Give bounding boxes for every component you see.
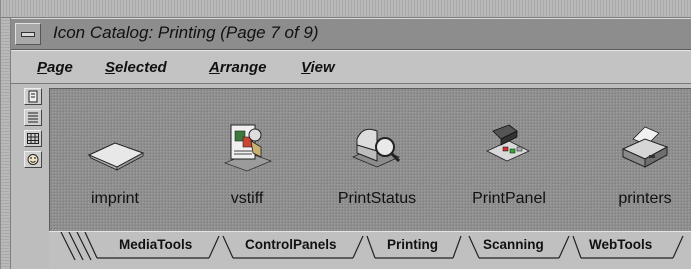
icon-item-printstatus[interactable]: PrintStatus	[312, 89, 442, 229]
tab-webtools[interactable]: WebTools	[589, 237, 652, 252]
icon-label: imprint	[90, 190, 139, 207]
view-toolbar	[11, 84, 49, 269]
icon-item-printpanel[interactable]: PrintPanel	[444, 89, 574, 229]
icon-label: printers	[618, 190, 672, 207]
list-view-button[interactable]	[24, 109, 42, 126]
printer-magnifier-icon	[351, 128, 401, 168]
icon-label: PrintPanel	[472, 190, 546, 207]
document-viewer-icon	[223, 124, 273, 172]
icon-catalog-window: Icon Catalog: Printing (Page 7 of 9) Pag…	[0, 0, 691, 269]
printer-icon	[621, 126, 669, 168]
icon-label: vstiff	[230, 190, 264, 207]
grid-view-icon	[27, 133, 39, 144]
tab-scanning[interactable]: Scanning	[483, 237, 544, 252]
menu-page[interactable]: Page	[37, 59, 73, 76]
list-view-icon	[28, 112, 38, 123]
tab-mediatools[interactable]: MediaTools	[119, 237, 192, 252]
grid-view-button[interactable]	[24, 130, 42, 147]
window-menu-bar-icon	[21, 32, 35, 37]
window-menu-button[interactable]	[15, 23, 41, 45]
icon-item-vstiff[interactable]: vstiff	[182, 89, 312, 229]
printer-panel-icon	[486, 124, 530, 162]
icon-item-imprint[interactable]: imprint	[50, 89, 180, 229]
page-icon	[28, 90, 38, 103]
menu-view[interactable]: View	[301, 59, 335, 76]
menu-arrange[interactable]: Arrange	[209, 59, 267, 76]
face-icon	[27, 154, 39, 165]
face-view-button[interactable]	[24, 151, 42, 168]
window-frame-top[interactable]	[1, 0, 691, 18]
icon-catalog-area: imprint vstiff PrintStatus PrintPanel pr…	[49, 88, 691, 231]
icon-label: PrintStatus	[337, 190, 417, 207]
tab-controlpanels[interactable]: ControlPanels	[245, 237, 337, 252]
icon-item-printers[interactable]: printers	[580, 89, 691, 229]
window-frame-left[interactable]	[1, 18, 11, 269]
page-view-button[interactable]	[24, 88, 42, 105]
paper-sheet-icon	[87, 142, 145, 171]
title-bar[interactable]: Icon Catalog: Printing (Page 7 of 9)	[11, 18, 691, 50]
catalog-tab-bar: MediaTools ControlPanels Printing Scanni…	[49, 231, 691, 269]
menu-selected[interactable]: Selected	[105, 59, 167, 76]
tab-printing[interactable]: Printing	[387, 237, 438, 252]
window-title: Icon Catalog: Printing (Page 7 of 9)	[53, 23, 319, 42]
menu-bar: Page Selected Arrange View	[11, 50, 691, 84]
